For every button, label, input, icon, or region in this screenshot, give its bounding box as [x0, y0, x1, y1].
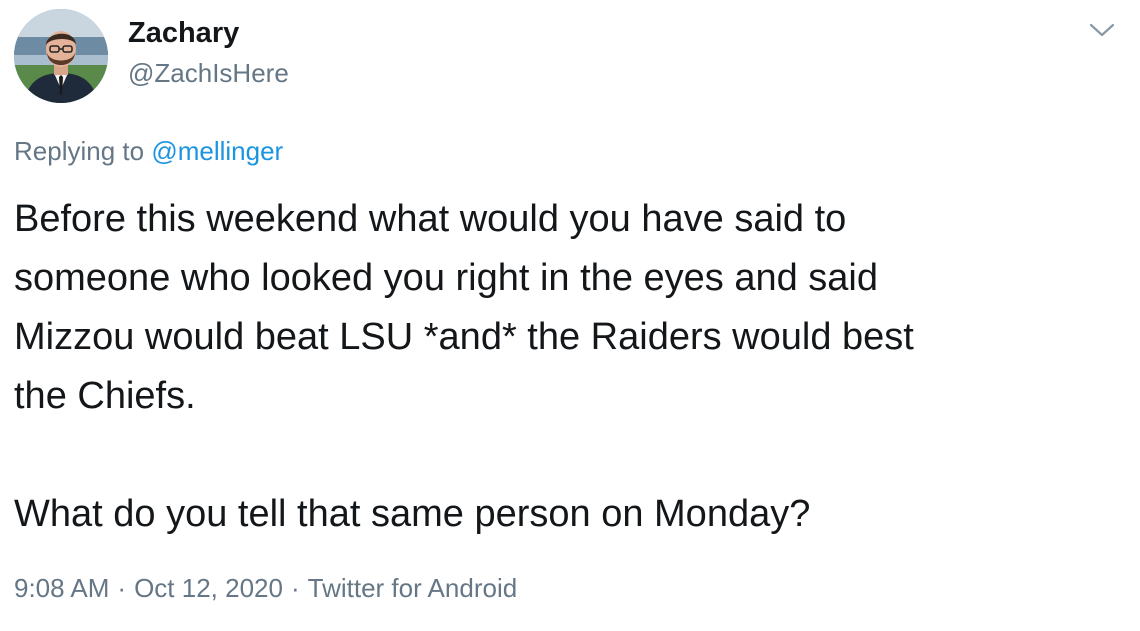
tweet-meta: 9:08 AM · Oct 12, 2020 · Twitter for Android: [14, 570, 517, 606]
tweet-line: Before this weekend what would you have …: [14, 198, 847, 240]
reply-mention-link[interactable]: @mellinger: [151, 136, 283, 166]
avatar[interactable]: [14, 9, 108, 103]
replying-to: Replying to @mellinger: [14, 133, 283, 169]
tweet-date[interactable]: Oct 12, 2020: [134, 573, 283, 603]
tweet-second-paragraph: What do you tell that same person on Mon…: [14, 493, 811, 535]
meta-separator: ·: [117, 573, 127, 603]
tweet-time[interactable]: 9:08 AM: [14, 573, 109, 603]
tweet-card: Zachary @ZachIsHere Replying to @melling…: [0, 0, 1140, 631]
tweet-text: Before this weekend what would you have …: [14, 190, 1124, 544]
display-name[interactable]: Zachary: [128, 14, 239, 52]
replying-prefix: Replying to: [14, 136, 152, 166]
tweet-line: someone who looked you right in the eyes…: [14, 257, 878, 299]
tweet-line: Mizzou would beat LSU *and* the Raiders …: [14, 316, 914, 358]
chevron-down-icon[interactable]: [1088, 20, 1116, 40]
meta-separator: ·: [290, 573, 300, 603]
user-handle[interactable]: @ZachIsHere: [128, 55, 289, 91]
tweet-line: the Chiefs.: [14, 375, 196, 417]
tweet-source[interactable]: Twitter for Android: [308, 573, 518, 603]
avatar-image: [14, 9, 108, 103]
